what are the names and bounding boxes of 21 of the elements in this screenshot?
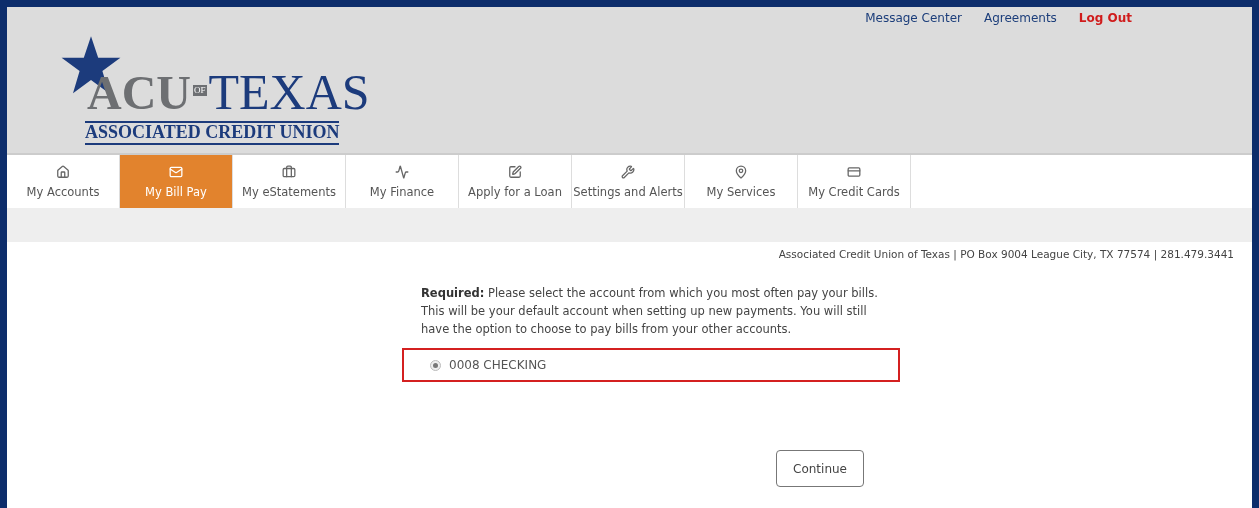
header-link[interactable]: Log Out	[1078, 11, 1132, 25]
logo-text: TEXAS	[208, 71, 370, 114]
briefcase-icon	[282, 164, 296, 179]
nav-tab[interactable]: Settings and Alerts	[572, 155, 685, 208]
home-icon	[56, 164, 70, 179]
logo-text: ACU	[87, 72, 191, 114]
header-link[interactable]: Agreements	[983, 11, 1057, 25]
logo-text: OF	[193, 84, 207, 96]
continue-button[interactable]: Continue	[776, 450, 864, 487]
pin-icon	[734, 164, 748, 179]
header-link[interactable]: Message Center	[865, 11, 962, 25]
logo-subtitle: ASSOCIATED CREDIT UNION	[85, 121, 340, 145]
envelope-icon	[169, 164, 183, 179]
pulse-icon	[395, 164, 409, 179]
wrench-icon	[621, 164, 635, 179]
account-label: 0008 CHECKING	[449, 358, 547, 372]
radio-button[interactable]	[430, 359, 441, 371]
edit-icon	[508, 164, 522, 179]
address-text: Associated Credit Union of Texas | PO Box 9004 League City, TX 77574 | 281.479.3441	[778, 248, 1234, 260]
credit-card-icon	[847, 164, 861, 179]
instructions-text: Required: Please select the account from which you most often pay your bills. This will be your default account when setting up new payments. You will still have the option to choose to pay bills from your other accounts.	[421, 285, 879, 338]
